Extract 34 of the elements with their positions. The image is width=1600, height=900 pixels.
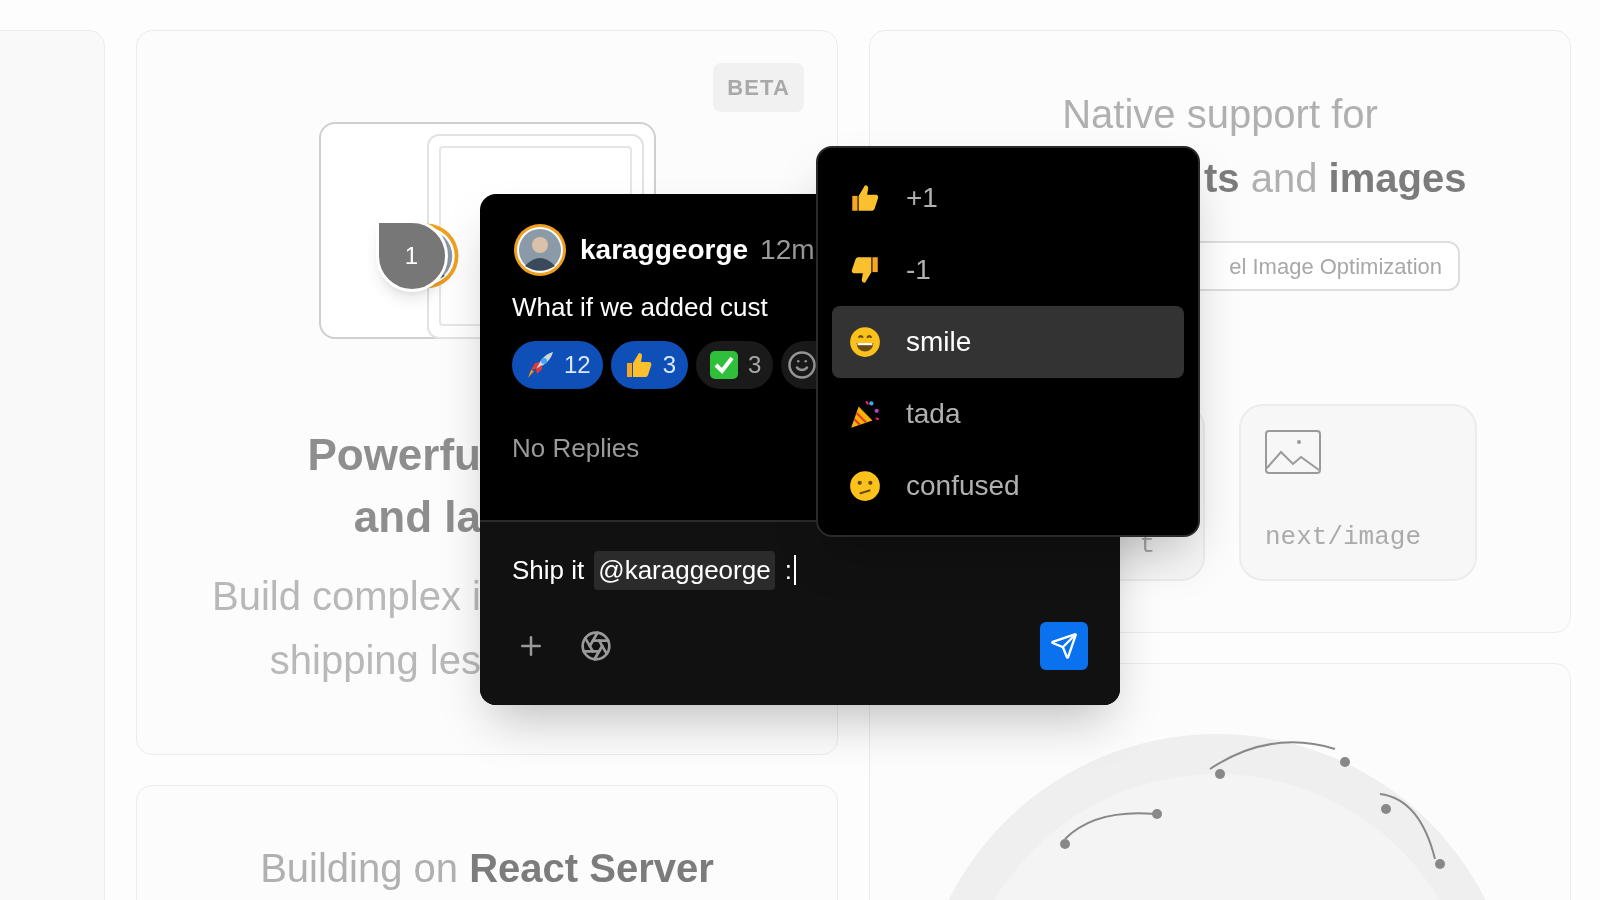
send-icon — [1050, 632, 1078, 660]
author-name: karaggeorge — [580, 233, 749, 267]
emoji-option[interactable]: smile — [832, 306, 1184, 378]
aperture-icon — [580, 630, 612, 662]
card-heading: ts and images — [1204, 156, 1467, 200]
feature-title: Powerfu — [306, 429, 481, 481]
feature-title: and la — [352, 491, 481, 543]
feature-description: Build complex i — [211, 573, 481, 620]
comment-text: What if we added cust — [512, 291, 769, 324]
image-icon — [1265, 430, 1321, 474]
grinning-face-icon — [848, 325, 882, 359]
card-heading: Native support for — [1061, 91, 1379, 138]
add-reaction-button[interactable] — [781, 341, 818, 389]
text-caret — [793, 555, 796, 585]
emoji-option[interactable]: confused — [832, 450, 1184, 522]
tile-label: next/image — [1265, 521, 1423, 554]
input-text: : — [784, 553, 792, 587]
input-text: Ship it — [512, 553, 585, 587]
card-heading: Building on React Server — [259, 845, 715, 892]
check-mark-icon — [708, 349, 741, 381]
reaction-chip[interactable]: 12 — [512, 341, 603, 389]
feature-description: shipping les — [268, 637, 481, 684]
mention-chip: @karaggeorge — [594, 550, 775, 590]
beta-badge: BETA — [713, 63, 804, 112]
comment-time: 12m — [760, 233, 815, 267]
confused-face-icon — [848, 469, 882, 503]
emoji-option[interactable]: tada — [832, 378, 1184, 450]
send-button[interactable] — [1040, 622, 1088, 670]
replies-label: No Replies — [512, 432, 641, 465]
reaction-chip[interactable]: 3 — [610, 341, 689, 389]
emoji-option[interactable]: +1 — [832, 162, 1184, 234]
reaction-chip[interactable]: 3 — [696, 341, 774, 389]
avatar — [512, 222, 568, 278]
smile-icon — [787, 350, 818, 380]
